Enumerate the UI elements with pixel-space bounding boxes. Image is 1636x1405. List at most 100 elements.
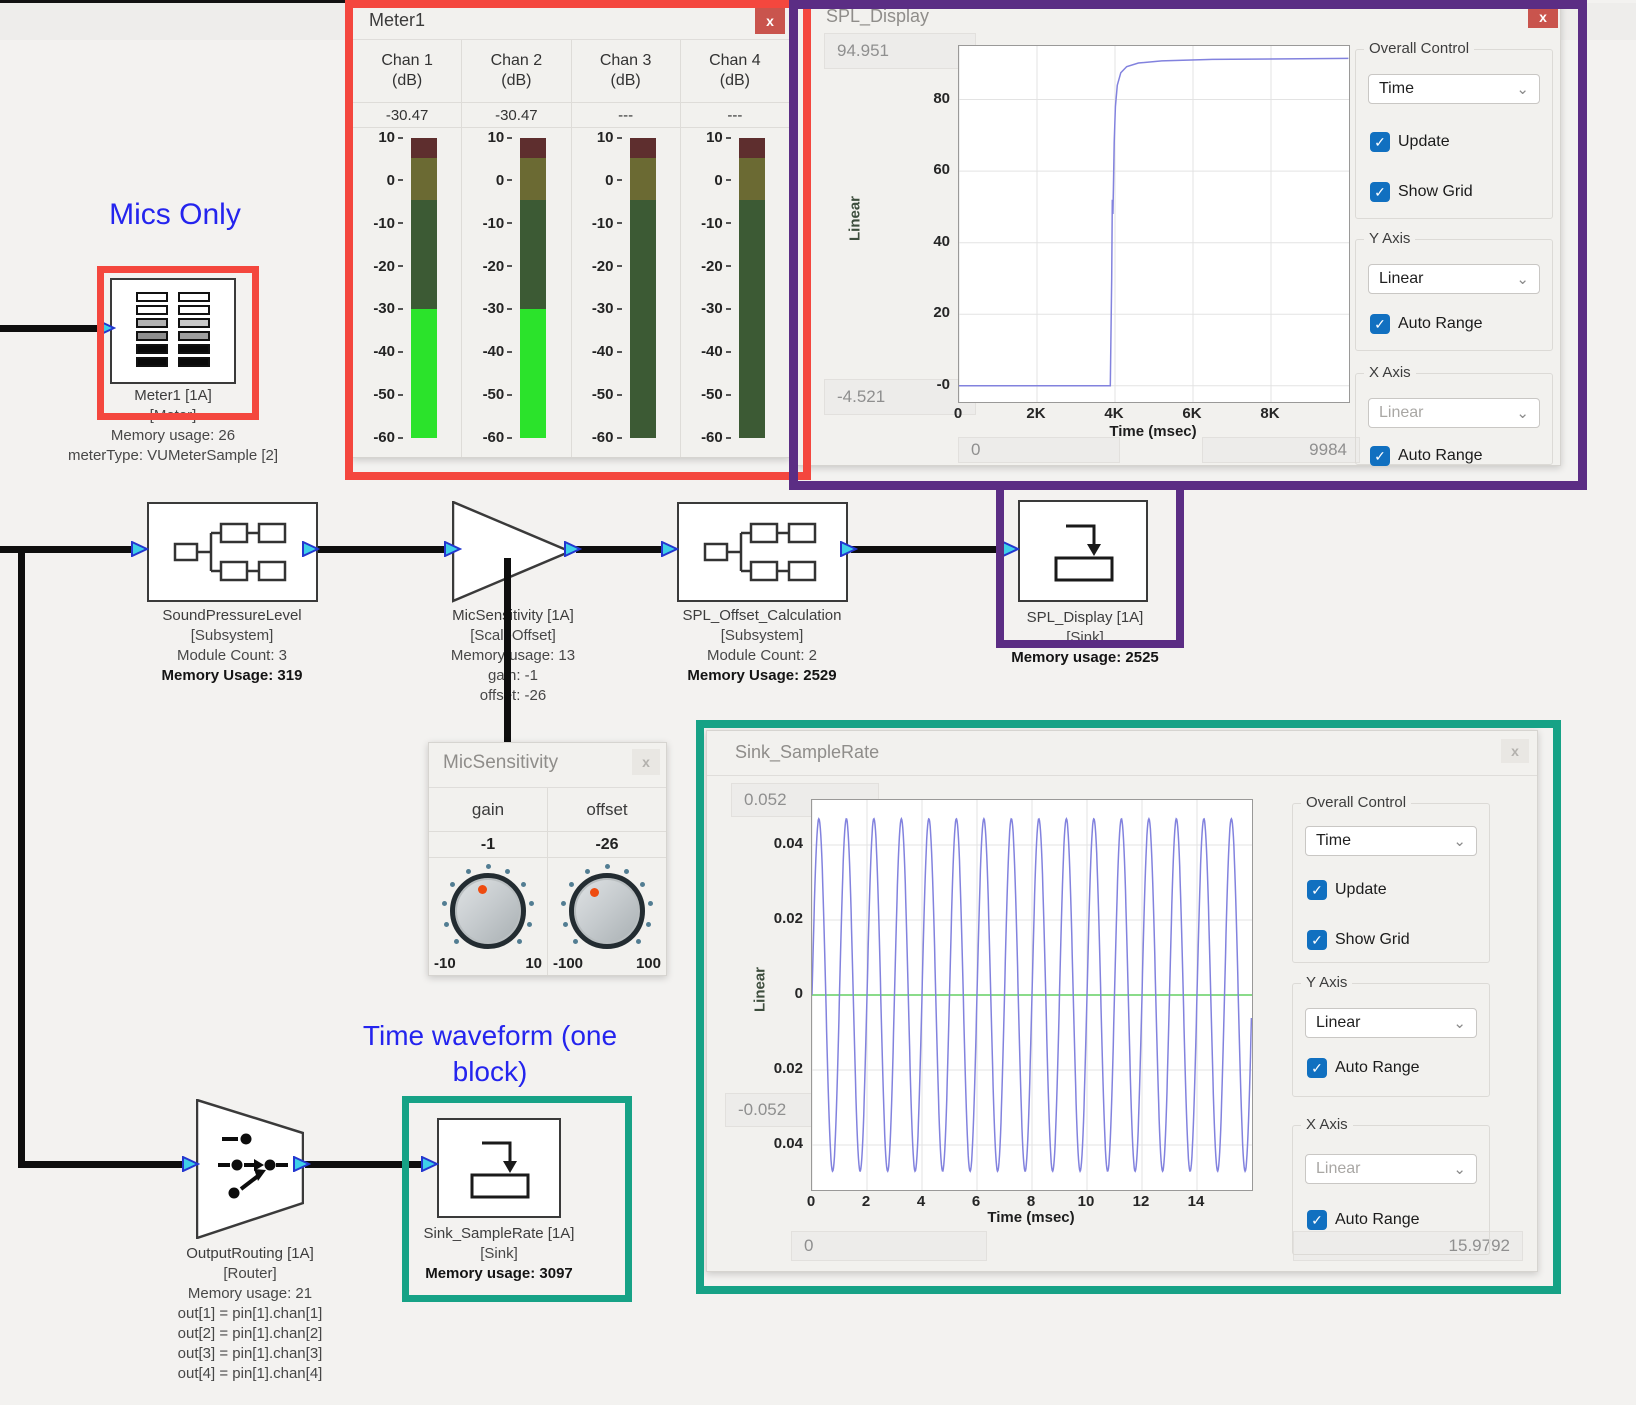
micsensitivity-window: MicSensitivity x gain -1 -10 10 offset -…	[428, 742, 667, 976]
y-scale-dropdown[interactable]: Linear⌄	[1368, 264, 1540, 294]
close-icon: x	[1511, 743, 1519, 759]
meter-tick-label: -40	[462, 343, 512, 360]
checkbox-label: Auto Range	[1335, 1059, 1420, 1077]
knob-scale-dot	[450, 882, 455, 887]
channel-name: Chan 1	[381, 51, 433, 71]
block-routing-label: out[2] = pin[1].chan[2]	[120, 1324, 380, 1344]
channel-header: Chan 4(dB)	[681, 40, 789, 103]
x-axis-group: X Axis Linear⌄ ✓Auto Range	[1292, 1125, 1490, 1255]
chevron-down-icon: ⌄	[1516, 80, 1529, 98]
meter-tick-label: -20	[681, 258, 731, 275]
overall-mode-dropdown[interactable]: Time⌄	[1368, 74, 1540, 104]
update-checkbox[interactable]: ✓ Update	[1307, 880, 1387, 900]
block-memory-label: Memory usage: 26	[43, 426, 303, 446]
block-name-label: SoundPressureLevel	[102, 606, 362, 626]
close-button[interactable]: x	[1528, 6, 1558, 28]
channel-name: Chan 2	[491, 51, 543, 71]
soundpressurelevel-block-label: SoundPressureLevel [Subsystem] Module Co…	[102, 606, 362, 686]
checkbox-checked-icon: ✓	[1307, 880, 1327, 900]
block-memory-label: Memory Usage: 2529	[632, 666, 892, 686]
knob-face[interactable]	[450, 873, 526, 949]
y-auto-range-checkbox[interactable]: ✓Auto Range	[1370, 314, 1483, 334]
block-memory-label: Memory usage: 2525	[965, 648, 1205, 668]
channel-header: Chan 2(dB)	[462, 40, 570, 103]
x-scale-dropdown[interactable]: Linear⌄	[1305, 1154, 1477, 1184]
knob-scale-dot	[444, 922, 449, 927]
annotation-arrow-line	[504, 558, 511, 742]
knob-scale-dot	[569, 882, 574, 887]
x-scale-dropdown[interactable]: Linear⌄	[1368, 398, 1540, 428]
spl-offset-calculation-block[interactable]	[677, 502, 848, 602]
offset-knob[interactable]: -100 100	[548, 858, 666, 975]
y-auto-range-checkbox[interactable]: ✓Auto Range	[1307, 1058, 1420, 1078]
meter-channel-chan3: Chan 3(dB) --- 100-10-20-30-40-50-60	[572, 40, 681, 457]
sink-plot[interactable]: 0.040.0200.020.04 02468101214	[811, 799, 1251, 1189]
x-tick-label: 4K	[1092, 405, 1136, 422]
meter1-block[interactable]	[110, 278, 236, 384]
x-tick-label: 0	[936, 405, 980, 422]
checkbox-label: Update	[1335, 881, 1387, 899]
scope-control-panel: Overall Control Time⌄ ✓Update ✓Show Grid…	[1355, 3, 1557, 465]
plot-area[interactable]	[958, 45, 1350, 403]
close-button[interactable]: x	[755, 8, 785, 34]
y-tick-label: 0.02	[761, 910, 803, 927]
spl-display-block[interactable]	[1018, 500, 1148, 602]
overall-control-group: Overall Control Time⌄ ✓Update ✓Show Grid	[1292, 803, 1490, 963]
y-axis-group: Y Axis Linear⌄ ✓Auto Range	[1355, 239, 1553, 351]
channel-unit: (dB)	[720, 71, 750, 91]
spl-plot[interactable]: 80604020-0 02K4K6K8K	[958, 45, 1348, 401]
meter-tick-label: -60	[353, 429, 403, 446]
channel-value: ---	[572, 103, 680, 128]
block-name-label: MicSensitivity [1A]	[393, 606, 633, 626]
meter-channel-chan2: Chan 2(dB) -30.47 100-10-20-30-40-50-60	[462, 40, 571, 457]
spl-display-block-label: SPL_Display [1A] [Sink] Memory usage: 25…	[965, 608, 1205, 668]
x-start-readout: 0	[791, 1231, 987, 1261]
wire-spl-to-micsensitivity	[316, 546, 446, 553]
sink-icon	[1038, 516, 1128, 586]
meter-tick-label: -60	[681, 429, 731, 446]
knob-scale-dot	[646, 922, 651, 927]
x-tick-label: 4	[899, 1193, 943, 1210]
x-auto-range-checkbox[interactable]: ✓Auto Range	[1307, 1210, 1420, 1230]
block-modulecount-label: Module Count: 3	[102, 646, 362, 666]
overall-mode-dropdown[interactable]: Time⌄	[1305, 826, 1477, 856]
plot-area[interactable]	[811, 799, 1253, 1191]
knob-scale-dot	[640, 882, 645, 887]
meter-tick-label: -20	[572, 258, 622, 275]
block-type-label: [Meter]	[43, 406, 303, 426]
close-button[interactable]: x	[1501, 739, 1529, 763]
block-name-label: SPL_Display [1A]	[965, 608, 1205, 628]
vu-meter-icon	[121, 287, 225, 375]
knob-scale-dot	[636, 939, 641, 944]
show-grid-checkbox[interactable]: ✓Show Grid	[1370, 182, 1473, 202]
checkbox-checked-icon: ✓	[1370, 182, 1390, 202]
knob-scale-dot	[573, 939, 578, 944]
channel-name: Chan 3	[600, 51, 652, 71]
outputrouting-block[interactable]	[196, 1099, 304, 1239]
time-waveform-note: Time waveform (one block)	[325, 1018, 655, 1090]
x-auto-range-checkbox[interactable]: ✓Auto Range	[1370, 446, 1483, 466]
output-port-arrow-icon	[302, 541, 320, 557]
y-scale-dropdown[interactable]: Linear⌄	[1305, 1008, 1477, 1038]
knob-min-label: -10	[434, 955, 456, 972]
gain-knob[interactable]: -10 10	[429, 858, 547, 975]
group-title: X Axis	[1364, 364, 1416, 381]
sink-samplerate-block[interactable]	[437, 1118, 561, 1218]
meter-scale: 100-10-20-30-40-50-60	[681, 138, 731, 438]
close-button[interactable]: x	[632, 749, 660, 775]
knob-columns: gain -1 -10 10 offset -26 -100 100	[429, 787, 666, 975]
x-tick-label: 2K	[1014, 405, 1058, 422]
knob-face[interactable]	[569, 873, 645, 949]
soundpressurelevel-block[interactable]	[147, 502, 318, 602]
wire-micsensitivity-to-offsetcalc	[576, 546, 663, 553]
block-routing-label: out[1] = pin[1].chan[1]	[120, 1304, 380, 1324]
micsensitivity-block[interactable]	[452, 501, 572, 603]
param-value: -26	[548, 832, 666, 858]
input-port-arrow-icon	[131, 541, 149, 557]
show-grid-checkbox[interactable]: ✓Show Grid	[1307, 930, 1410, 950]
block-type-label: [Router]	[120, 1264, 380, 1284]
vu-meter-bar	[520, 138, 546, 438]
meter-scale: 100-10-20-30-40-50-60	[462, 138, 512, 438]
update-checkbox[interactable]: ✓Update	[1370, 132, 1450, 152]
x-axis-group: X Axis Linear⌄ ✓Auto Range	[1355, 373, 1553, 465]
